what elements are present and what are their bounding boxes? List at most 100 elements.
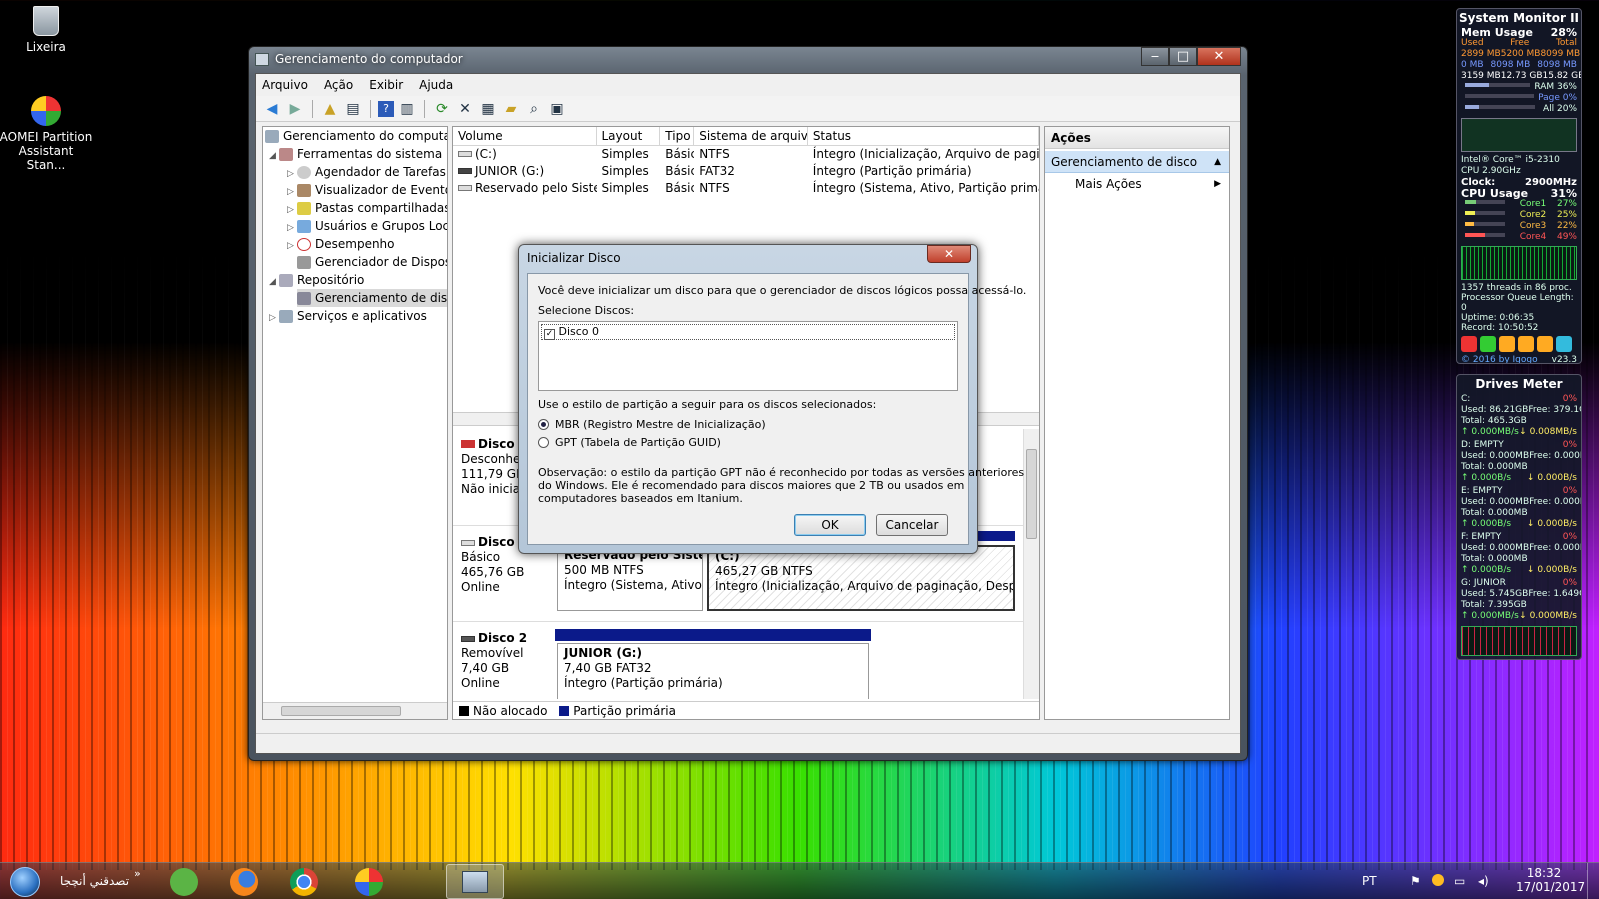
taskbar-firefox[interactable] <box>215 864 273 899</box>
mbr-option[interactable]: MBR (Registro Mestre de Inicialização) <box>538 418 766 431</box>
taskbar-aomei[interactable] <box>340 864 398 899</box>
clock-icon <box>297 166 311 179</box>
properties-icon[interactable]: ▦ <box>478 99 498 119</box>
forward-arrow-icon[interactable]: ▶ <box>285 99 305 119</box>
disk-2-label[interactable]: Disco 2 Removível 7,40 GB Online <box>461 631 551 691</box>
dialog-body: Você deve inicializar um disco para que … <box>527 273 1026 545</box>
collapse-icon[interactable]: ◢ <box>269 147 279 165</box>
show-hide-action-pane-icon[interactable]: ▥ <box>397 99 417 119</box>
stack-icon[interactable] <box>1499 336 1515 352</box>
column-header-layout[interactable]: Layout <box>597 127 661 145</box>
tree-item-performance[interactable]: ▷ Desempenho <box>287 235 395 253</box>
info-icon[interactable] <box>1556 336 1572 352</box>
minimize-button[interactable]: ‒ <box>1141 47 1169 66</box>
dialog-close-button[interactable]: ✕ <box>927 245 971 263</box>
tree-item-device-manager[interactable]: Gerenciador de Disposit <box>297 253 447 271</box>
action-more-actions[interactable]: Mais Ações ▶ <box>1045 173 1229 195</box>
expand-icon[interactable]: ▷ <box>269 309 279 327</box>
firefox-icon <box>230 867 258 896</box>
tree-item-system-tools[interactable]: ◢ Ferramentas do sistema <box>269 145 442 163</box>
tree-item-storage[interactable]: ◢ Repositório <box>269 271 364 289</box>
removable-disk-icon <box>461 636 475 642</box>
search-icon[interactable]: ⌕ <box>524 99 544 119</box>
tree-item-event-viewer[interactable]: ▷ Visualizador de Eventos <box>287 181 447 199</box>
back-arrow-icon[interactable]: ◀ <box>262 99 282 119</box>
tree-item-disk-management[interactable]: Gerenciamento de disco <box>297 289 447 307</box>
key-icon[interactable] <box>1537 336 1553 352</box>
clock[interactable]: 18:32 17/01/2017 <box>1516 856 1585 894</box>
volume-icon[interactable]: ◂) <box>1478 863 1489 899</box>
desktop-icon-label: AOMEI Partition Assistant Stan... <box>0 130 93 172</box>
table-row[interactable]: Reservado pelo Sistema Simples Básico NT… <box>453 180 1039 197</box>
volume-table-header: Volume Layout Tipo Sistema de arquivos S… <box>453 127 1039 146</box>
partition-c[interactable]: (C:) 465,27 GB NTFS Íntegro (Inicializaç… <box>707 545 1015 611</box>
aomei-partition-icon <box>31 96 61 126</box>
refresh-icon[interactable]: ⟳ <box>432 99 452 119</box>
gear-icon[interactable] <box>1480 336 1496 352</box>
drive-used: Used: 0.000MB <box>1461 543 1530 553</box>
taskbar-utorrent[interactable] <box>155 864 213 899</box>
drives-list: C: 0% Used: 86.21GBFree: 379.1GBTotal: 465… <box>1457 393 1581 623</box>
drive-icon <box>458 151 472 157</box>
partition-reserved[interactable]: Reservado pelo Sistema 500 MB NTFS Ínteg… <box>557 545 703 611</box>
close-button[interactable]: ✕ <box>1197 47 1241 66</box>
desktop-icon-recycle-bin[interactable]: Lixeira <box>0 6 94 54</box>
sysmon-credit-link[interactable]: © 2016 by Igogo <box>1461 355 1538 363</box>
tree-item-task-scheduler[interactable]: ▷ Agendador de Tarefas <box>287 163 446 181</box>
tree-horizontal-scrollbar[interactable] <box>263 702 447 719</box>
action-disk-management[interactable]: Gerenciamento de disco ▲ <box>1045 151 1229 173</box>
disks-vertical-scrollbar[interactable] <box>1023 429 1039 699</box>
note-line-2: do Windows. Ele é recomendado para disco… <box>538 479 965 492</box>
language-indicator[interactable]: PT <box>1362 863 1377 899</box>
power-icon[interactable] <box>1461 336 1477 352</box>
taskbar-computer-management[interactable] <box>446 864 504 899</box>
quick-launch-label[interactable]: تصدقني أنچجا <box>60 863 129 899</box>
menu-ajuda[interactable]: Ajuda <box>419 78 453 92</box>
menu-acao[interactable]: Ação <box>324 78 353 92</box>
partition-g[interactable]: JUNIOR (G:) 7,40 GB FAT32 Íntegro (Parti… <box>557 643 869 699</box>
tree-item-users-groups[interactable]: ▷ Usuários e Grupos Loca <box>287 217 447 235</box>
table-row[interactable]: (C:) Simples Básico NTFS Íntegro (Inicia… <box>453 146 1039 163</box>
disk-checkbox[interactable]: ✓ <box>544 329 555 340</box>
ok-button[interactable]: OK <box>794 514 866 536</box>
column-header-volume[interactable]: Volume <box>453 127 597 145</box>
show-hide-tree-icon[interactable]: ▤ <box>343 99 363 119</box>
timer-icon[interactable] <box>1518 336 1534 352</box>
table-row[interactable]: JUNIOR (G:) Simples Básico FAT32 Íntegro… <box>453 163 1039 180</box>
up-folder-icon[interactable]: ▲ <box>320 99 340 119</box>
shared-folder-icon <box>297 202 311 215</box>
threads-text: 1357 threads in 86 proc. <box>1461 283 1572 293</box>
cancel-button[interactable]: Cancelar <box>876 514 948 536</box>
menu-arquivo[interactable]: Arquivo <box>262 78 308 92</box>
taskbar-chrome[interactable] <box>275 864 333 899</box>
desktop-icon-aomei[interactable]: AOMEI Partition Assistant Stan... <box>0 96 94 172</box>
tree-item-shared-folders[interactable]: ▷ Pastas compartilhadas <box>287 199 447 217</box>
maximize-button[interactable]: □ <box>1169 47 1197 66</box>
tree-item-services-apps[interactable]: ▷ Serviços e aplicativos <box>269 307 427 325</box>
flag-icon[interactable]: ⚑ <box>1410 863 1421 899</box>
column-header-status[interactable]: Status <box>808 127 1039 145</box>
column-header-filesystem[interactable]: Sistema de arquivos <box>694 127 808 145</box>
gpt-radio[interactable] <box>538 437 549 448</box>
open-folder-icon[interactable]: ▰ <box>501 99 521 119</box>
delete-icon[interactable]: ✕ <box>455 99 475 119</box>
mbr-radio[interactable] <box>538 419 549 430</box>
start-button[interactable] <box>4 863 46 899</box>
collapse-arrow-icon[interactable]: ▲ <box>1214 151 1221 173</box>
network-icon[interactable]: ▭ <box>1454 863 1465 899</box>
menu-exibir[interactable]: Exibir <box>369 78 403 92</box>
gpt-option[interactable]: GPT (Tabela de Partição GUID) <box>538 436 721 449</box>
drive-read-rate: ↑ 0.000MB/s <box>1461 611 1519 621</box>
help-icon[interactable]: ? <box>378 100 394 117</box>
disk-list-item[interactable]: ✓ Disco 0 <box>541 324 955 340</box>
tray-app-icon[interactable] <box>1432 863 1444 899</box>
quick-launch-chevron[interactable]: » <box>134 855 141 892</box>
show-desktop-button[interactable] <box>1587 863 1599 899</box>
tree-item-root[interactable]: Gerenciamento do computado <box>265 127 447 145</box>
dialog-title: Inicializar Disco <box>527 251 621 265</box>
settings-icon[interactable]: ▣ <box>547 99 567 119</box>
collapse-icon[interactable]: ◢ <box>269 273 279 291</box>
expand-icon[interactable]: ▷ <box>287 237 297 255</box>
column-header-type[interactable]: Tipo <box>660 127 695 145</box>
cpu-name: Intel® Core™ i5-2310 CPU 2.90GHz <box>1461 155 1560 176</box>
